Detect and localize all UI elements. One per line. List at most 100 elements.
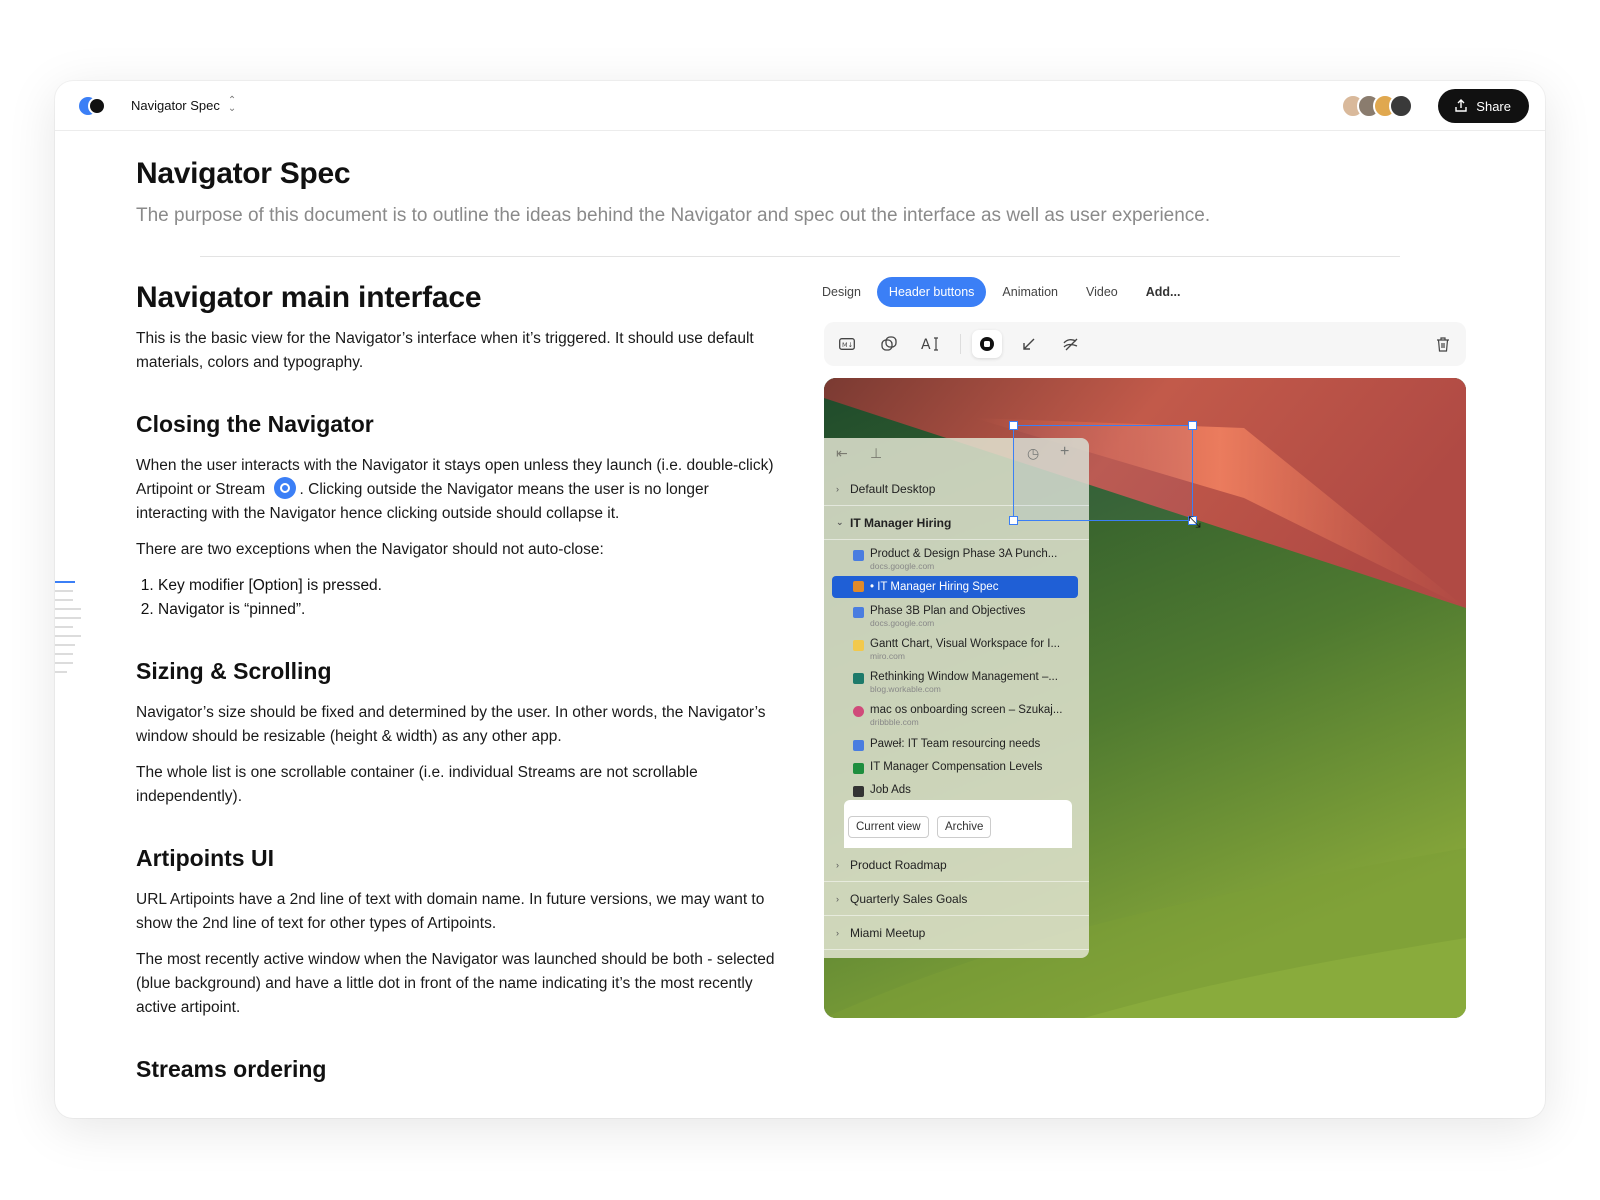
- item-title: Rethinking Window Management –...: [870, 671, 1058, 683]
- record-tool-icon[interactable]: [972, 330, 1002, 358]
- document-switcher[interactable]: Navigator Spec ⌃ ⌄: [131, 95, 237, 114]
- chevron-right-icon: ›: [836, 893, 839, 904]
- top-bar: Navigator Spec ⌃ ⌄ Share: [55, 81, 1545, 131]
- share-button[interactable]: Share: [1438, 89, 1529, 123]
- list-item[interactable]: IT Manager Compensation Levels: [832, 761, 1078, 774]
- tab-video[interactable]: Video: [1074, 277, 1130, 307]
- item-domain: docs.google.com: [870, 618, 935, 628]
- paragraph: Navigator’s size should be fixed and det…: [136, 704, 766, 745]
- list-item[interactable]: Gantt Chart, Visual Workspace for I... mi…: [832, 638, 1078, 661]
- trash-icon[interactable]: [1428, 330, 1458, 358]
- item-domain: dribbble.com: [870, 717, 919, 727]
- section-heading: Navigator main interface: [136, 281, 482, 314]
- resize-handle[interactable]: [1009, 516, 1018, 525]
- archive-button[interactable]: Archive: [937, 816, 992, 838]
- resize-cursor-icon: ⤡: [1188, 514, 1201, 531]
- item-title: Job Ads: [870, 784, 911, 796]
- miro-icon: [853, 640, 864, 651]
- chevron-up-down-icon: ⌃ ⌄: [227, 95, 237, 114]
- stream-icon: [273, 476, 296, 499]
- document-body: Navigator main interface This is the bas…: [136, 281, 776, 1099]
- item-title: IT Manager Compensation Levels: [870, 761, 1043, 773]
- list-item: Key modifier [Option] is pressed.: [158, 574, 776, 598]
- text-tool-icon[interactable]: A: [916, 330, 946, 358]
- list-item[interactable]: Rethinking Window Management –... blog.wo…: [832, 671, 1078, 694]
- document-name: Navigator Spec: [131, 97, 220, 113]
- app-logo[interactable]: [79, 97, 107, 115]
- workable-icon: [853, 673, 864, 684]
- collaborator-avatars[interactable]: [1341, 94, 1413, 118]
- tab-add[interactable]: Add...: [1134, 277, 1193, 307]
- svg-text:A: A: [921, 337, 931, 352]
- chevron-right-icon: ›: [836, 859, 839, 870]
- docs-icon: [853, 607, 864, 618]
- paragraph: When the user interacts with the Navigat…: [136, 454, 776, 526]
- exceptions-list: Key modifier [Option] is pressed. Naviga…: [136, 574, 776, 622]
- resize-handle[interactable]: [1009, 421, 1018, 430]
- item-domain: docs.google.com: [870, 561, 935, 571]
- stream-label: Quarterly Sales Goals: [850, 891, 968, 906]
- paragraph: The whole list is one scrollable contain…: [136, 764, 698, 805]
- arrow-tool-icon[interactable]: [1014, 330, 1044, 358]
- item-title: • IT Manager Hiring Spec: [870, 581, 999, 593]
- view-switcher: Current view Archive: [844, 800, 1072, 848]
- avatar[interactable]: [1389, 94, 1413, 118]
- stream-quarterly-sales[interactable]: › Quarterly Sales Goals: [824, 882, 1089, 916]
- paragraph: There are two exceptions when the Naviga…: [136, 541, 604, 558]
- current-view-button[interactable]: Current view: [848, 816, 929, 838]
- pin-icon[interactable]: ⊥: [870, 445, 882, 462]
- paragraph: The most recently active window when the…: [136, 951, 775, 1016]
- item-title: Gantt Chart, Visual Workspace for I...: [870, 638, 1061, 650]
- media-tabs: Design Header buttons Animation Video Ad…: [810, 277, 1192, 307]
- chevron-right-icon: ›: [836, 927, 839, 938]
- share-label: Share: [1476, 98, 1511, 114]
- list-item: Navigator is “pinned”.: [158, 598, 776, 622]
- stream-label: Miami Meetup: [850, 925, 926, 940]
- page-title: Navigator Spec: [136, 157, 351, 190]
- list-item[interactable]: Product & Design Phase 3A Punch... docs.g…: [832, 548, 1078, 571]
- list-item[interactable]: Paweł: IT Team resourcing needs: [832, 738, 1078, 751]
- doc-icon: [853, 581, 864, 592]
- tab-design[interactable]: Design: [810, 277, 873, 307]
- list-item-selected[interactable]: • IT Manager Hiring Spec: [832, 576, 1078, 598]
- item-title: mac os onboarding screen – Szukaj...: [870, 704, 1063, 716]
- svg-text:M↓: M↓: [842, 341, 853, 349]
- tab-animation[interactable]: Animation: [990, 277, 1070, 307]
- selection-box[interactable]: [1009, 421, 1197, 525]
- section-heading: Artipoints UI: [136, 845, 274, 871]
- note-icon: [853, 740, 864, 751]
- item-title: Product & Design Phase 3A Punch...: [870, 548, 1058, 560]
- stream-label: Default Desktop: [850, 481, 936, 496]
- preview-image[interactable]: ⇤ ⊥ ◷ + › Default Desktop ⌄ IT Manager H…: [824, 378, 1466, 1018]
- annotation-toolbar: M↓ A: [824, 322, 1466, 366]
- collapse-icon[interactable]: ⇤: [836, 445, 848, 462]
- item-domain: blog.workable.com: [870, 684, 941, 694]
- shape-tool-icon[interactable]: [874, 330, 904, 358]
- outline-minimap[interactable]: [55, 581, 85, 680]
- stream-miami-meetup[interactable]: › Miami Meetup: [824, 916, 1089, 950]
- chevron-down-icon: ⌄: [836, 517, 844, 527]
- app-icon: [853, 786, 864, 797]
- divider: [200, 256, 1400, 257]
- app-window: Navigator Spec ⌃ ⌄ Share Navigator Spec T…: [55, 81, 1545, 1118]
- item-title: Paweł: IT Team resourcing needs: [870, 738, 1041, 750]
- draw-tool-icon[interactable]: [1056, 330, 1086, 358]
- section-heading: Sizing & Scrolling: [136, 658, 332, 684]
- paragraph: This is the basic view for the Navigator…: [136, 330, 754, 371]
- markdown-tool-icon[interactable]: M↓: [832, 330, 862, 358]
- share-icon: [1455, 99, 1467, 112]
- resize-handle[interactable]: [1188, 421, 1197, 430]
- stream-product-roadmap[interactable]: › Product Roadmap: [824, 848, 1089, 882]
- sheets-icon: [853, 763, 864, 774]
- list-item[interactable]: mac os onboarding screen – Szukaj... drib…: [832, 704, 1078, 727]
- section-heading: Closing the Navigator: [136, 411, 374, 437]
- page-subtitle: The purpose of this document is to outli…: [136, 205, 1211, 226]
- stream-label: Product Roadmap: [850, 857, 947, 872]
- dribbble-icon: [853, 706, 864, 717]
- list-item[interactable]: Job Ads: [832, 784, 1078, 797]
- list-item[interactable]: Phase 3B Plan and Objectives docs.google.…: [832, 605, 1078, 628]
- toolbar-divider: [960, 334, 961, 354]
- docs-icon: [853, 550, 864, 561]
- paragraph: URL Artipoints have a 2nd line of text w…: [136, 891, 765, 932]
- tab-header-buttons[interactable]: Header buttons: [876, 277, 987, 307]
